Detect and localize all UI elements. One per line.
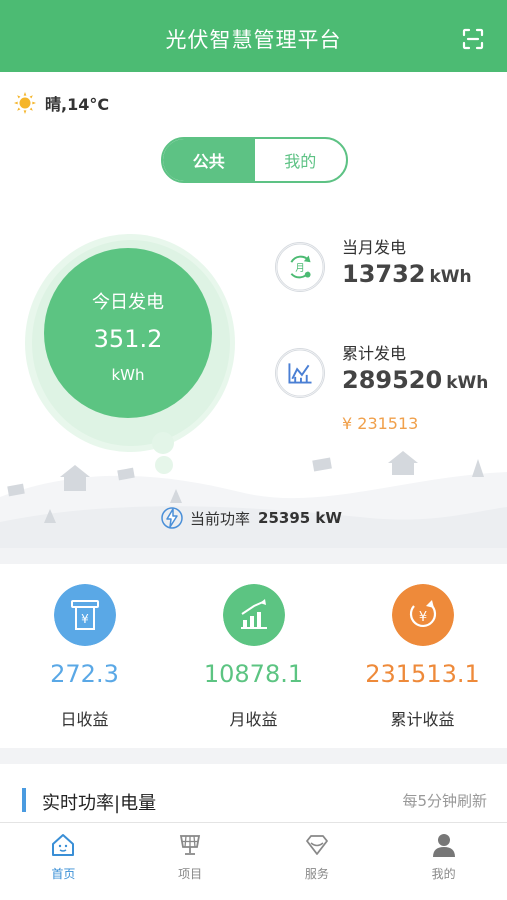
lightning-icon	[161, 507, 183, 529]
earning-monthly-label: 月收益	[229, 710, 278, 729]
landscape-illustration	[0, 451, 507, 548]
earning-daily-value: 272.3	[50, 660, 119, 688]
svg-text:¥: ¥	[81, 612, 89, 626]
user-icon	[432, 834, 455, 857]
calendar-month-icon: 月	[275, 242, 325, 292]
earning-total-value: 231513.1	[365, 660, 480, 688]
page-title: 光伏智慧管理平台	[165, 28, 342, 52]
atm-yen-icon: ¥	[54, 584, 116, 646]
nav-home-label: 首页	[51, 867, 76, 881]
today-unit: kWh	[111, 366, 145, 384]
app-root: 光伏智慧管理平台 晴,14°C 公共 我的 今日发电 351.2 kWh 月 当…	[0, 0, 507, 900]
nav-service-label: 服务	[304, 867, 329, 881]
scan-icon[interactable]	[461, 27, 485, 51]
total-gen-money: ¥ 231513	[342, 414, 419, 433]
realtime-refresh-note: 每5分钟刷新	[402, 792, 487, 810]
earning-daily-label: 日收益	[60, 710, 109, 729]
month-gen-value: 13732	[342, 260, 426, 288]
bar-chart-up-icon	[223, 584, 285, 646]
weather-text: 晴,14°C	[45, 95, 110, 114]
line-chart-icon	[275, 348, 325, 398]
svg-text:月: 月	[295, 263, 305, 274]
power-value: 25395 kW	[258, 509, 342, 527]
total-gen-value: 289520	[342, 366, 443, 394]
earnings-panel: ¥ 272.3 日收益 10878.1 月收益 ¥ 231513.1 累计收益	[0, 564, 507, 748]
toggle-mine[interactable]: 我的	[255, 139, 347, 181]
svg-text:¥: ¥	[419, 610, 427, 625]
nav-service[interactable]: 服务	[254, 823, 381, 900]
scope-toggle: 公共 我的	[161, 137, 348, 183]
nav-mine-label: 我的	[431, 867, 456, 881]
month-gen-label: 当月发电	[342, 238, 407, 257]
realtime-title: 实时功率|电量	[42, 793, 157, 814]
diamond-icon	[305, 835, 328, 855]
decor-bubble	[152, 432, 174, 454]
nav-project[interactable]: 项目	[127, 823, 254, 900]
current-power: 当前功率 25395 kW	[160, 505, 342, 531]
nav-home[interactable]: 首页	[0, 823, 127, 900]
earning-total-label: 累计收益	[390, 710, 455, 729]
power-label: 当前功率	[190, 509, 251, 528]
coin-cycle-icon: ¥	[392, 584, 454, 646]
solar-panel-icon	[180, 835, 201, 855]
bottom-nav: 首页 项目 服务 我的	[0, 822, 507, 900]
month-gen-value-row: 13732 kWh	[342, 260, 472, 288]
total-gen-label: 累计发电	[342, 344, 407, 363]
realtime-section: 实时功率|电量 每5分钟刷新	[0, 764, 507, 824]
weather-widget: 晴,14°C	[14, 90, 109, 116]
earning-monthly-value: 10878.1	[203, 660, 304, 688]
decor-bubble	[155, 456, 173, 474]
sun-icon	[14, 92, 36, 114]
section-accent-bar	[22, 788, 26, 812]
total-gen-unit: kWh	[446, 373, 489, 393]
nav-mine[interactable]: 我的	[380, 823, 507, 900]
home-icon	[52, 834, 75, 856]
today-generation-circle: 今日发电 351.2 kWh	[44, 248, 212, 418]
today-value: 351.2	[93, 325, 163, 353]
toggle-public[interactable]: 公共	[163, 139, 255, 181]
today-label: 今日发电	[92, 292, 164, 313]
month-gen-unit: kWh	[429, 267, 472, 287]
overview-panel: 晴,14°C 公共 我的 今日发电 351.2 kWh 月 当月发电 13732…	[0, 72, 507, 548]
total-gen-value-row: 289520 kWh	[342, 366, 488, 394]
header-bar: 光伏智慧管理平台	[0, 0, 507, 72]
nav-project-label: 项目	[178, 867, 203, 881]
